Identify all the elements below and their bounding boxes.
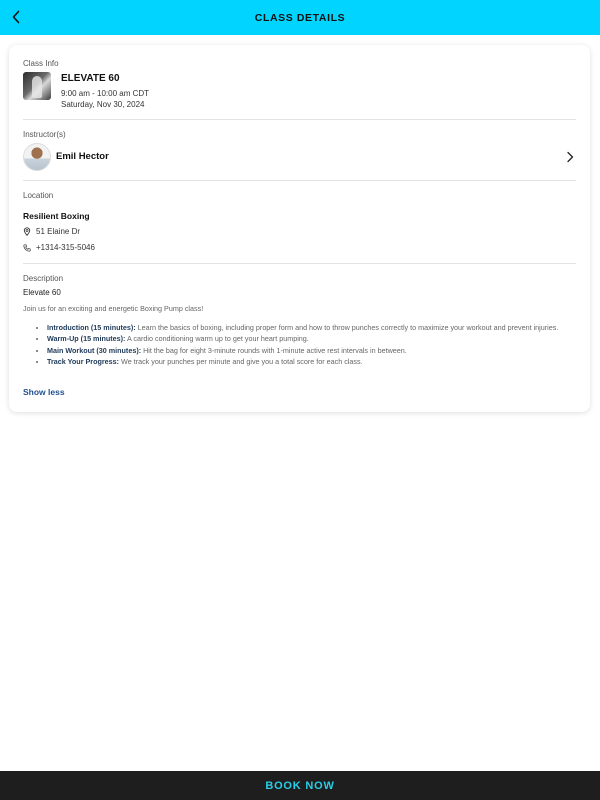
back-button[interactable] xyxy=(6,7,26,27)
bullet-label: Warm-Up (15 minutes): xyxy=(47,334,126,344)
list-item: Main Workout (30 minutes): Hit the bag f… xyxy=(47,345,577,356)
book-now-button[interactable]: BOOK NOW xyxy=(0,771,600,800)
list-item: Track Your Progress: We track your punch… xyxy=(47,356,577,367)
divider xyxy=(23,180,576,181)
divider xyxy=(23,263,576,264)
location-name: Resilient Boxing xyxy=(23,211,90,221)
instructors-label: Instructor(s) xyxy=(23,130,66,139)
book-now-label: BOOK NOW xyxy=(265,779,335,792)
list-item: Warm-Up (15 minutes): A cardio condition… xyxy=(47,333,577,344)
map-pin-icon xyxy=(23,227,31,236)
chevron-right-icon xyxy=(567,151,574,163)
class-details-card: Class Info ELEVATE 60 9:00 am - 10:00 am… xyxy=(9,45,590,412)
page-title: CLASS DETAILS xyxy=(254,11,346,24)
top-app-bar: CLASS DETAILS xyxy=(0,0,600,35)
bullet-label: Main Workout (30 minutes): xyxy=(47,345,142,355)
description-title: Elevate 60 xyxy=(23,288,61,297)
description-intro: Join us for an exciting and energetic Bo… xyxy=(23,304,204,313)
location-phone[interactable]: +1314-315-5046 xyxy=(23,243,95,252)
bullet-text: Hit the bag for eight 3-minute rounds wi… xyxy=(141,345,407,355)
divider xyxy=(23,119,576,120)
bullet-label: Track Your Progress: xyxy=(47,356,120,366)
list-item: Introduction (15 minutes): Learn the bas… xyxy=(47,322,577,333)
class-date: Saturday, Nov 30, 2024 xyxy=(61,100,145,109)
location-address: 51 Elaine Dr xyxy=(23,227,80,236)
class-name: ELEVATE 60 xyxy=(61,73,120,84)
class-thumbnail xyxy=(23,72,51,100)
instructor-row[interactable]: Emil Hector xyxy=(23,143,576,173)
description-label: Description xyxy=(23,274,64,283)
bullet-text: A cardio conditioning warm up to get you… xyxy=(125,334,309,344)
chevron-left-icon xyxy=(12,10,20,24)
address-text: 51 Elaine Dr xyxy=(36,227,81,236)
bullet-text: Learn the basics of boxing, including pr… xyxy=(135,323,559,332)
class-info-label: Class Info xyxy=(23,59,59,68)
bullet-text: We track your punches per minute and giv… xyxy=(119,356,363,366)
bullet-label: Introduction (15 minutes): xyxy=(47,323,136,332)
description-bullets: Introduction (15 minutes): Learn the bas… xyxy=(47,322,577,367)
phone-text: +1314-315-5046 xyxy=(36,243,95,252)
location-label: Location xyxy=(23,191,54,200)
show-less-link[interactable]: Show less xyxy=(23,387,65,397)
instructor-name: Emil Hector xyxy=(56,151,109,162)
phone-icon xyxy=(23,243,31,252)
class-time: 9:00 am - 10:00 am CDT xyxy=(61,89,150,98)
avatar xyxy=(23,143,51,171)
